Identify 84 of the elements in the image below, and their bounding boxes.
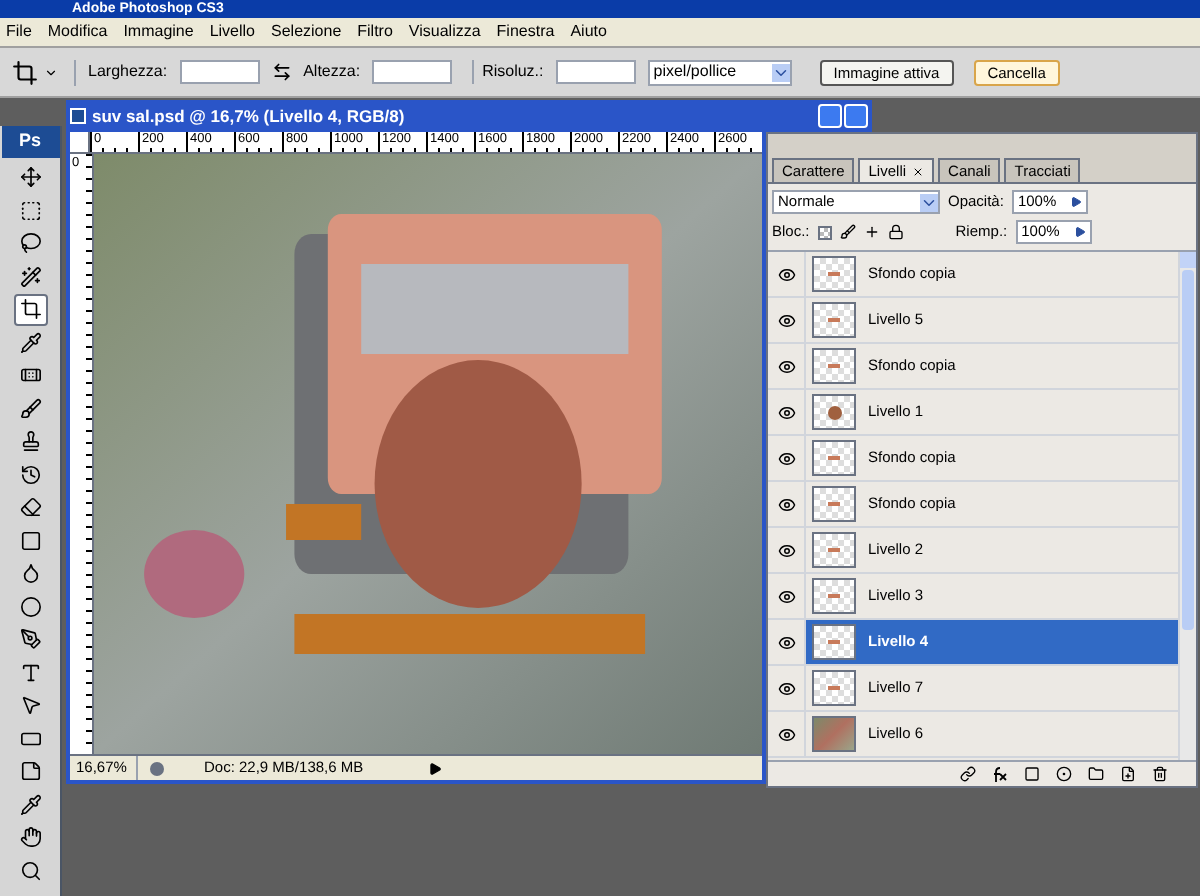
visibility-eye-icon[interactable] xyxy=(777,311,795,329)
move-icon[interactable] xyxy=(863,224,880,240)
height-label: Altezza: xyxy=(303,60,361,84)
maximize-button[interactable] xyxy=(844,104,868,128)
menu-item[interactable]: Finestra xyxy=(496,20,555,44)
layer-thumbnail xyxy=(812,256,856,292)
close-icon[interactable] xyxy=(912,165,925,177)
eraser-icon xyxy=(19,496,41,519)
visibility-eye-icon[interactable] xyxy=(777,725,795,743)
menu-item[interactable]: Modifica xyxy=(47,20,108,44)
width-field[interactable] xyxy=(179,60,260,84)
marquee-icon xyxy=(19,199,41,222)
visibility-eye-icon[interactable] xyxy=(777,403,795,421)
layer-thumbnail xyxy=(812,302,856,338)
lasso-icon xyxy=(19,232,41,255)
brush-icon xyxy=(19,397,41,420)
menu-item[interactable]: Selezione xyxy=(271,20,342,44)
menu-item[interactable]: Filtro xyxy=(357,20,393,44)
layer-thumbnail xyxy=(812,578,856,614)
arrow-icon xyxy=(1073,226,1086,238)
caret-icon xyxy=(920,193,938,211)
play-icon[interactable] xyxy=(428,761,442,775)
status-icon xyxy=(150,761,164,775)
pointer-icon xyxy=(19,694,41,717)
new-layer-icon[interactable] xyxy=(1120,766,1136,782)
layer-thumbnail xyxy=(812,394,856,430)
zoom-icon xyxy=(19,859,41,882)
layer-thumbnail xyxy=(812,440,856,476)
lock-transparency-icon[interactable] xyxy=(817,225,832,239)
eyedropper-icon xyxy=(19,793,41,816)
tool-button[interactable] xyxy=(13,294,47,325)
layer-thumbnail xyxy=(812,486,856,522)
lock-icon[interactable] xyxy=(887,224,904,240)
arrow-icon xyxy=(1069,196,1082,208)
layer-thumbnail xyxy=(812,670,856,706)
bandage-icon xyxy=(19,364,41,387)
caret-icon xyxy=(771,63,790,81)
resolution-label: Risoluz.: xyxy=(472,60,544,84)
crop-tool-preset[interactable] xyxy=(12,59,76,85)
minimize-button[interactable] xyxy=(818,104,842,128)
visibility-eye-icon[interactable] xyxy=(777,265,795,283)
height-field[interactable] xyxy=(372,60,453,84)
resolution-field[interactable] xyxy=(555,60,636,84)
wand-icon xyxy=(19,265,41,288)
menu-item[interactable]: Immagine xyxy=(123,20,194,44)
app-logo: Ps xyxy=(1,126,59,158)
pen-icon xyxy=(19,628,41,651)
crop-icon xyxy=(12,59,38,85)
visibility-eye-icon[interactable] xyxy=(777,357,795,375)
width-label: Larghezza: xyxy=(88,60,168,84)
crop-icon xyxy=(19,298,41,321)
visibility-eye-icon[interactable] xyxy=(777,633,795,651)
layer-thumbnail xyxy=(812,348,856,384)
layer-thumbnail xyxy=(812,532,856,568)
drop-icon xyxy=(19,562,41,585)
layer-thumbnail xyxy=(812,716,856,752)
type-icon xyxy=(19,661,41,684)
unit-select[interactable]: pixel/pollice xyxy=(647,59,792,85)
effects-icon[interactable] xyxy=(992,766,1008,782)
move-icon xyxy=(19,166,41,189)
folder-icon[interactable] xyxy=(1088,766,1104,782)
note-icon xyxy=(19,760,41,783)
brush-icon[interactable] xyxy=(839,224,856,240)
eyedropper-icon xyxy=(19,331,41,354)
menu-item[interactable]: Livello xyxy=(209,20,255,44)
link-icon[interactable] xyxy=(960,766,976,782)
trash-icon[interactable] xyxy=(1152,766,1168,782)
menu-item[interactable]: File xyxy=(6,20,32,44)
menu-item[interactable]: Visualizza xyxy=(408,20,481,44)
visibility-eye-icon[interactable] xyxy=(777,587,795,605)
layer-thumbnail xyxy=(812,624,856,660)
visibility-eye-icon[interactable] xyxy=(777,679,795,697)
swap-icon[interactable] xyxy=(271,62,292,82)
scrollbar[interactable] xyxy=(1178,252,1196,760)
menu-item[interactable]: Aiuto xyxy=(570,20,607,44)
visibility-eye-icon[interactable] xyxy=(777,449,795,467)
visibility-eye-icon[interactable] xyxy=(777,541,795,559)
document-title: suv sal.psd @ 16,7% (Livello 4, RGB/8) xyxy=(92,103,405,129)
caret-icon xyxy=(44,65,58,79)
rectangle-icon xyxy=(19,727,41,750)
visibility-eye-icon[interactable] xyxy=(777,495,795,513)
document-icon xyxy=(70,108,86,124)
stamp-icon xyxy=(19,430,41,453)
hand-icon xyxy=(19,826,41,849)
